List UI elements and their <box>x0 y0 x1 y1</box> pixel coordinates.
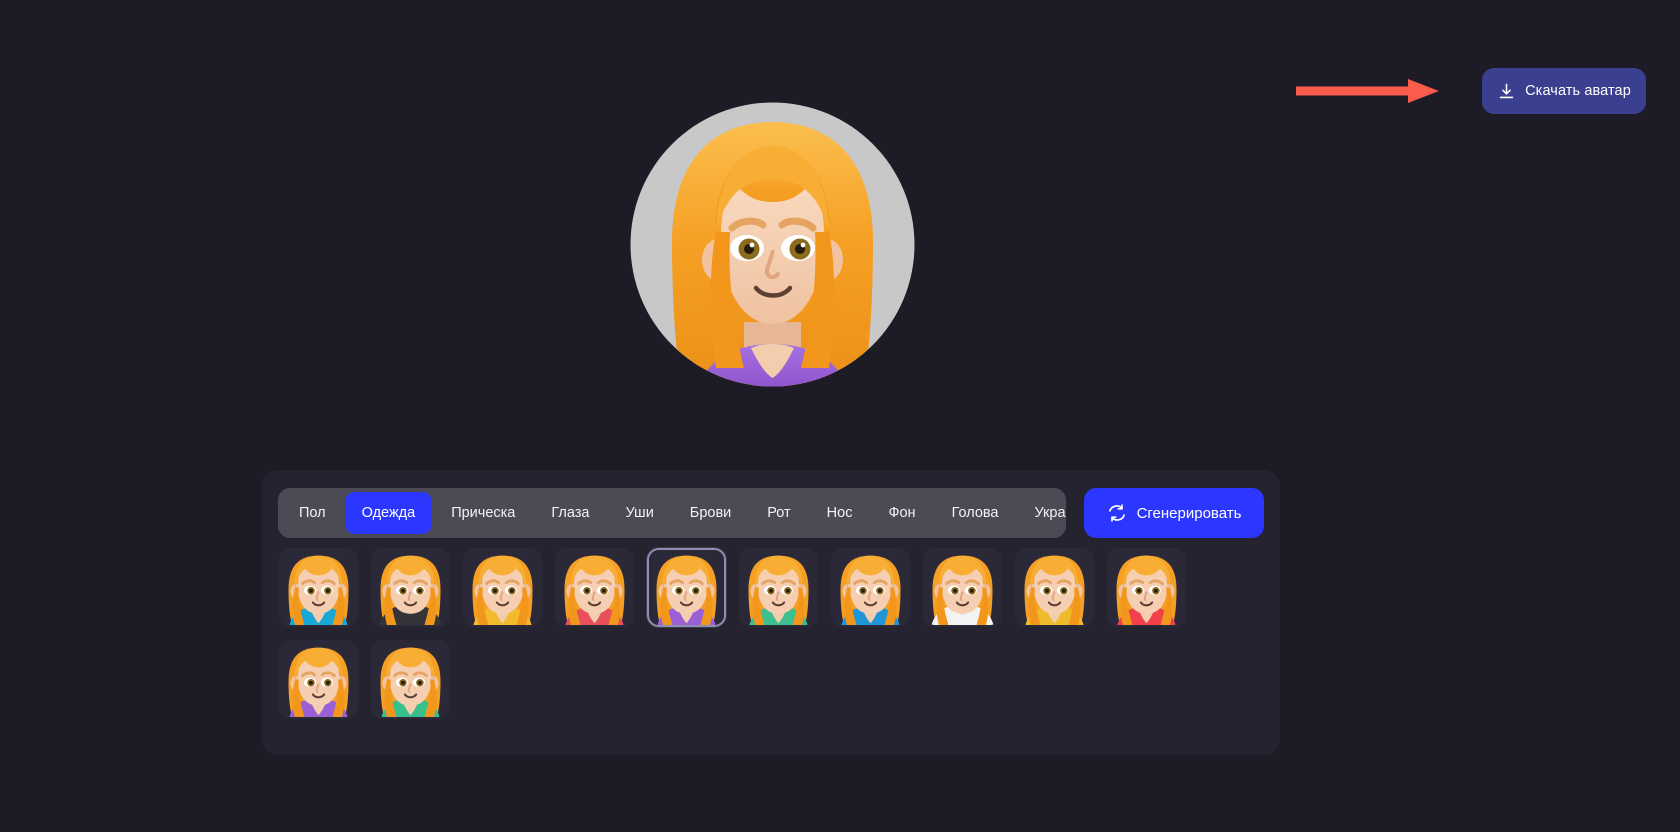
tab-gender[interactable]: Пол <box>282 492 343 534</box>
clothing-option-grid <box>279 548 1265 719</box>
clothing-option-10[interactable] <box>1107 548 1186 627</box>
download-icon <box>1497 82 1516 101</box>
clothing-option-2[interactable] <box>371 548 450 627</box>
refresh-cycle-icon <box>1107 503 1127 523</box>
tab-eyes[interactable]: Глаза <box>534 492 606 534</box>
clothing-option-5[interactable] <box>647 548 726 627</box>
avatar-generator-app: Скачать аватар Пол Одежда Прическа Глаза… <box>0 0 1680 832</box>
tab-ears[interactable]: Уши <box>609 492 671 534</box>
clothing-option-8[interactable] <box>923 548 1002 627</box>
clothing-option-12[interactable] <box>371 640 450 719</box>
generate-button[interactable]: Сгенерировать <box>1084 488 1264 538</box>
tab-clothing[interactable]: Одежда <box>344 492 433 534</box>
clothing-option-11[interactable] <box>279 640 358 719</box>
category-tabs: Пол Одежда Прическа Глаза Уши Брови Рот … <box>278 488 1066 538</box>
clothing-option-7[interactable] <box>831 548 910 627</box>
red-pointer-arrow <box>1296 79 1439 103</box>
clothing-option-3[interactable] <box>463 548 542 627</box>
download-avatar-label: Скачать аватар <box>1525 83 1631 99</box>
tab-head[interactable]: Голова <box>935 492 1016 534</box>
clothing-option-1[interactable] <box>279 548 358 627</box>
download-avatar-button[interactable]: Скачать аватар <box>1482 68 1646 114</box>
tab-background[interactable]: Фон <box>871 492 932 534</box>
avatar-preview <box>620 92 925 397</box>
tab-accessories[interactable]: Украшения <box>1018 492 1067 534</box>
clothing-option-4[interactable] <box>555 548 634 627</box>
editor-toolbar: Пол Одежда Прическа Глаза Уши Брови Рот … <box>278 488 1264 538</box>
tab-nose[interactable]: Нос <box>810 492 870 534</box>
clothing-option-9[interactable] <box>1015 548 1094 627</box>
category-tabs-scroller[interactable]: Пол Одежда Прическа Глаза Уши Брови Рот … <box>278 488 1066 538</box>
generate-button-label: Сгенерировать <box>1136 504 1242 522</box>
avatar-editor-panel: Пол Одежда Прическа Глаза Уши Брови Рот … <box>262 470 1280 755</box>
tab-hairstyle[interactable]: Прическа <box>434 492 532 534</box>
tab-eyebrows[interactable]: Брови <box>673 492 748 534</box>
clothing-option-6[interactable] <box>739 548 818 627</box>
tab-mouth[interactable]: Рот <box>750 492 807 534</box>
